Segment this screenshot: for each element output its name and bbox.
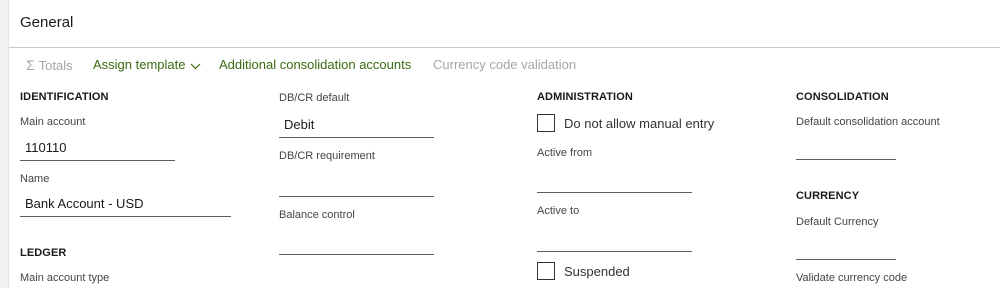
section-title: General — [20, 14, 74, 31]
dbcr-default-value: Debit — [284, 117, 315, 132]
suspended-checkbox[interactable] — [537, 262, 555, 280]
active-to-field[interactable] — [537, 227, 692, 252]
default-currency-field[interactable] — [796, 235, 896, 260]
assign-template-button[interactable]: Assign template — [93, 57, 201, 73]
name-field[interactable]: Bank Account - USD — [20, 192, 231, 217]
consolidation-group-title: CONSOLIDATION — [796, 91, 889, 103]
additional-consolidation-accounts-button[interactable]: Additional consolidation accounts — [219, 57, 411, 72]
dbcr-default-label: DB/CR default — [279, 92, 350, 104]
administration-group-title: ADMINISTRATION — [537, 91, 633, 103]
active-from-label: Active from — [537, 147, 593, 159]
main-account-label: Main account — [20, 116, 86, 128]
validate-currency-code-label: Validate currency code — [796, 272, 908, 284]
balance-control-field[interactable] — [279, 230, 434, 255]
section-header[interactable]: General — [9, 0, 1000, 48]
chevron-down-icon — [190, 58, 201, 73]
main-account-field[interactable]: 110110 — [20, 136, 175, 161]
ledger-group-title: LEDGER — [20, 247, 67, 259]
default-consolidation-account-label: Default consolidation account — [796, 116, 940, 128]
assign-template-label: Assign template — [93, 57, 186, 72]
default-consolidation-account-field[interactable] — [796, 135, 896, 160]
active-from-field[interactable] — [537, 168, 692, 193]
default-currency-label: Default Currency — [796, 216, 879, 228]
sigma-icon: Σ — [26, 57, 35, 73]
balance-control-label: Balance control — [279, 209, 355, 221]
main-account-type-label: Main account type — [20, 272, 110, 284]
name-label: Name — [20, 173, 50, 185]
currency-group-title: CURRENCY — [796, 190, 860, 202]
name-value: Bank Account - USD — [25, 196, 144, 211]
suspended-checkbox-row[interactable]: Suspended — [537, 262, 677, 284]
general-panel: General Σ Totals Assign template Addition… — [8, 0, 1000, 288]
suspended-label: Suspended — [564, 264, 630, 279]
currency-code-validation-button[interactable]: Currency code validation — [433, 57, 576, 72]
no-manual-entry-label: Do not allow manual entry — [564, 116, 715, 131]
active-to-label: Active to — [537, 205, 580, 217]
totals-button[interactable]: Σ Totals — [26, 57, 73, 73]
dbcr-requirement-label: DB/CR requirement — [279, 150, 375, 162]
action-toolbar: Σ Totals Assign template Additional conso… — [9, 48, 1000, 80]
totals-label: Totals — [38, 58, 73, 73]
no-manual-entry-checkbox-row[interactable]: Do not allow manual entry — [537, 114, 737, 136]
dbcr-requirement-field[interactable] — [279, 172, 434, 197]
dbcr-default-field[interactable]: Debit — [279, 113, 434, 138]
main-account-value: 110110 — [25, 140, 67, 155]
identification-group-title: IDENTIFICATION — [20, 91, 109, 103]
no-manual-entry-checkbox[interactable] — [537, 114, 555, 132]
